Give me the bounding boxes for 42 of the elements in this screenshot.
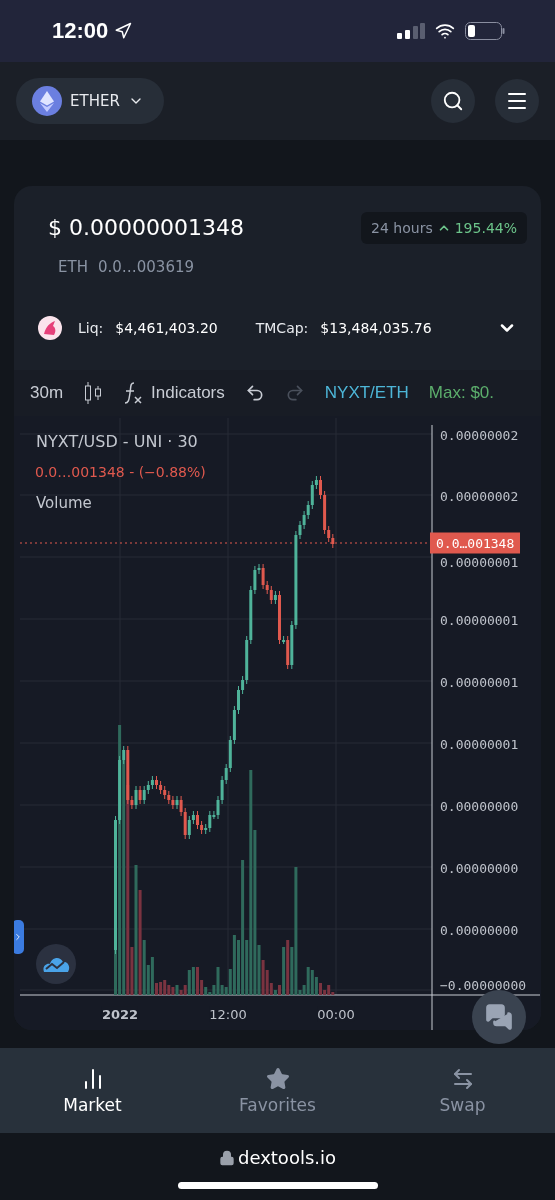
chevron-right-icon — [14, 932, 23, 942]
candles-icon[interactable] — [83, 381, 104, 405]
nav-tab[interactable]: Favorites — [185, 1048, 370, 1133]
chat-bubbles-icon — [485, 1003, 513, 1031]
stat-label: Liq: — [78, 320, 104, 336]
undo-icon[interactable] — [244, 383, 265, 403]
stat-value: $4,461,403.20 — [115, 320, 218, 336]
cloud-chart-icon — [42, 955, 70, 973]
battery-icon — [465, 22, 505, 40]
url-text: dextools.io — [237, 1147, 336, 1168]
chart-quote: 0.0…001348 - (−0.88%) — [35, 463, 206, 480]
side-panel-toggle[interactable] — [14, 920, 24, 954]
eth-price: 0.0…003619 — [97, 258, 195, 276]
search-icon — [442, 90, 464, 112]
last-price-badge: 0.0…001348 — [430, 532, 521, 554]
stat-label: TMCap: — [255, 320, 309, 336]
star-icon — [265, 1066, 290, 1091]
location-arrow-icon — [114, 22, 133, 40]
eth-label: ETH — [58, 258, 88, 276]
ethereum-logo-icon — [32, 86, 62, 116]
change-period: 24 hours — [371, 220, 433, 236]
pair-label[interactable]: NYXT/ETH — [324, 383, 409, 403]
interval-selector[interactable]: 30m — [30, 383, 64, 403]
menu-button[interactable] — [495, 79, 539, 123]
lock-icon — [218, 1149, 235, 1166]
function-icon[interactable] — [123, 381, 144, 405]
unicorn-logo-icon — [38, 316, 62, 340]
wifi-icon — [435, 21, 455, 41]
change-percent: 195.44% — [454, 220, 517, 236]
signal-icon — [397, 23, 425, 39]
indicators-button[interactable]: Indicators — [151, 383, 225, 403]
max-price: Max: $0. — [428, 383, 495, 403]
stat-value: $13,484,035.76 — [320, 320, 432, 336]
chart-title: NYXT/USD - UNI · 30 — [36, 431, 198, 451]
price-usd: $ 0.00000001348 — [48, 215, 244, 240]
nav-tab[interactable]: Swap — [370, 1048, 555, 1133]
volume-label: Volume — [36, 493, 92, 512]
network-selector[interactable]: ETHER — [16, 78, 164, 124]
search-button[interactable] — [431, 79, 475, 123]
nav-tab[interactable]: Market — [0, 1048, 185, 1133]
chat-button[interactable] — [472, 990, 526, 1044]
status-time: 12:00 — [52, 18, 109, 44]
